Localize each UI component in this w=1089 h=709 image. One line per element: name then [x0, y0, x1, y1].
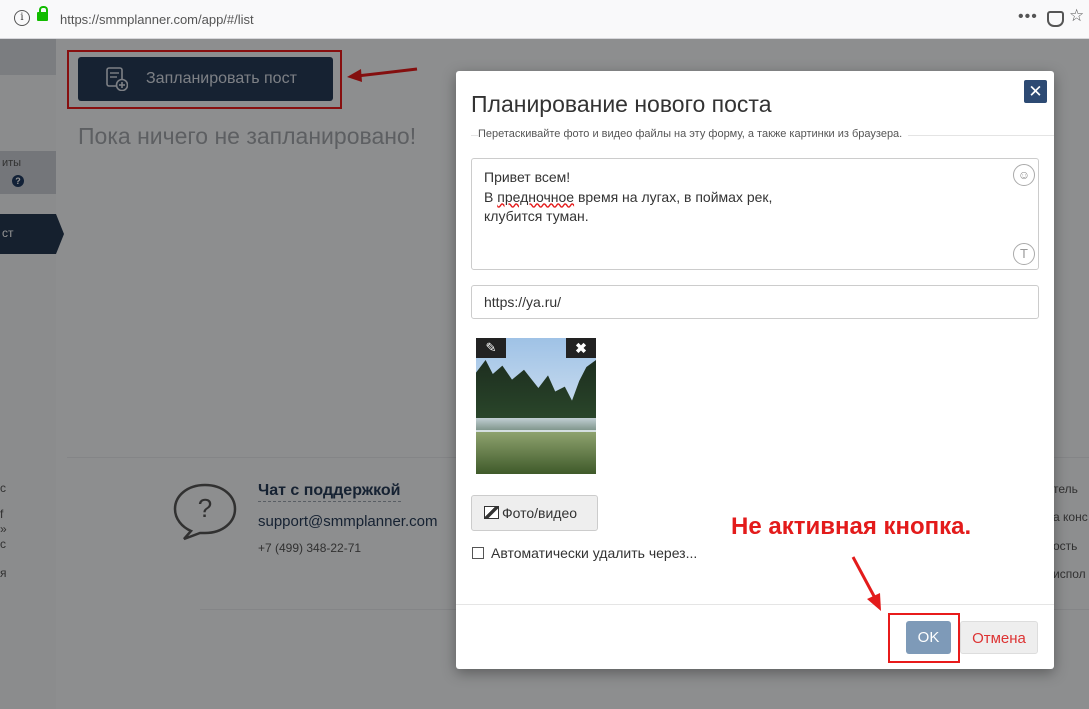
close-icon[interactable]: ✕ — [1024, 80, 1047, 103]
info-icon[interactable]: i — [14, 10, 30, 26]
text-format-icon[interactable]: T — [1013, 243, 1035, 265]
modal-title: Планирование нового поста — [471, 91, 772, 117]
auto-delete-checkbox[interactable] — [472, 547, 484, 559]
add-media-button[interactable]: Фото/видео — [471, 495, 598, 531]
cancel-button[interactable]: Отмена — [960, 621, 1038, 654]
browser-address-bar: i https://smmplanner.com/app/#/list ••• … — [0, 0, 1089, 39]
pocket-icon[interactable] — [1047, 11, 1064, 27]
auto-delete-option[interactable]: Автоматически удалить через... — [472, 545, 697, 561]
annotation-text: Не активная кнопка. — [731, 513, 972, 540]
url-text[interactable]: https://smmplanner.com/app/#/list — [60, 12, 254, 27]
remove-photo-icon[interactable]: ✖ — [566, 338, 596, 358]
page-actions-icon[interactable]: ••• — [1018, 8, 1038, 26]
link-value: https://ya.ru/ — [484, 294, 562, 310]
modal-footer-divider — [456, 604, 1054, 605]
link-input[interactable]: https://ya.ru/ — [471, 285, 1039, 319]
auto-delete-label: Автоматически удалить через... — [491, 545, 698, 561]
post-text: Привет всем! В предночное время на лугах… — [484, 169, 773, 224]
new-post-modal: Планирование нового поста ✕ Перетаскивай… — [456, 71, 1054, 669]
image-icon — [484, 506, 499, 519]
add-media-label: Фото/видео — [502, 505, 578, 521]
post-text-editor[interactable]: Привет всем! В предночное время на лугах… — [471, 158, 1039, 270]
drop-hint: Перетаскивайте фото и видео файлы на эту… — [478, 128, 909, 140]
edit-pencil-icon[interactable]: ✎ — [476, 338, 506, 358]
lock-icon — [37, 6, 48, 21]
attached-photo: ✎ ✖ — [476, 338, 596, 474]
ok-button[interactable]: OK — [906, 621, 951, 654]
annotation-arrow-icon — [851, 556, 881, 611]
bookmark-star-icon[interactable]: ☆ — [1069, 6, 1084, 26]
emoji-icon[interactable]: ☺ — [1013, 164, 1035, 186]
